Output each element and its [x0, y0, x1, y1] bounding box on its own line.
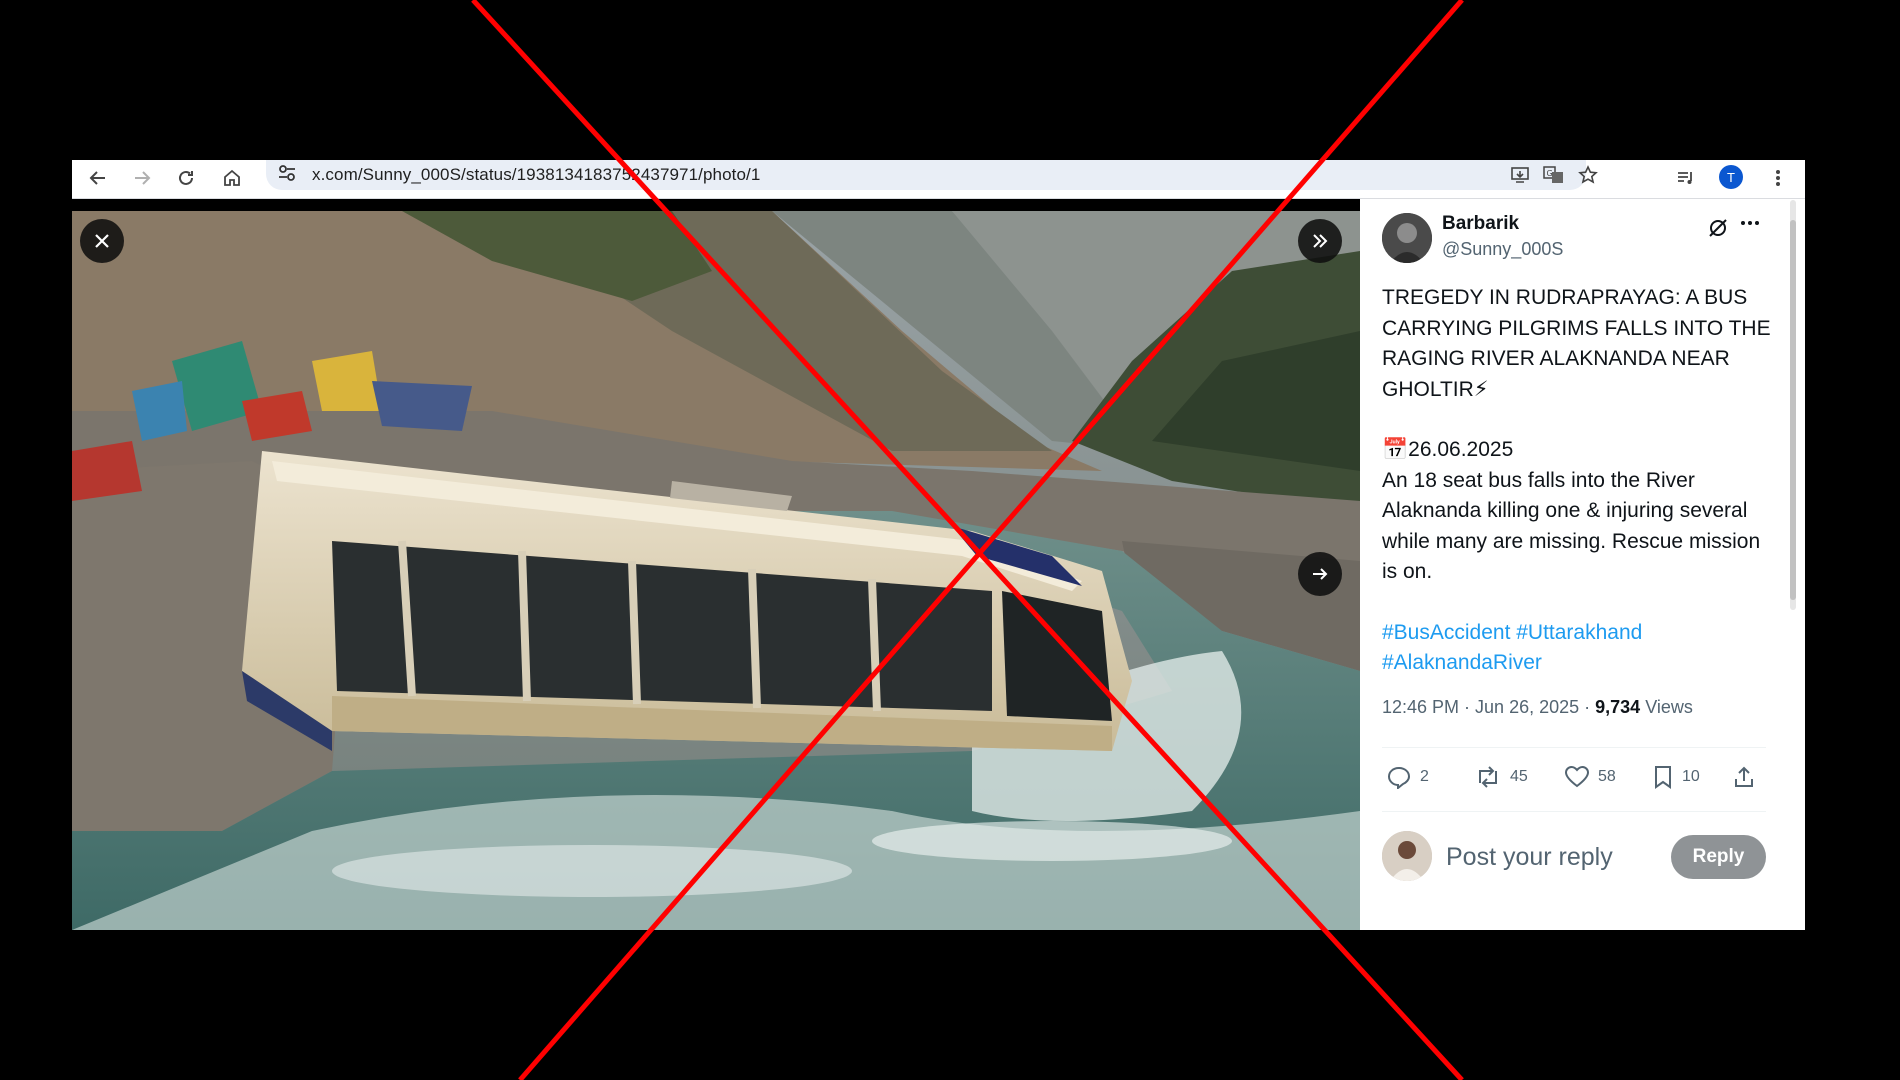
- share-action[interactable]: [1732, 765, 1756, 789]
- next-photo-icon[interactable]: [1298, 552, 1342, 596]
- browser-window: x.com/Sunny_000S/status/1938134183752437…: [72, 160, 1805, 930]
- views-count: 9,734: [1595, 697, 1641, 717]
- author-name[interactable]: Barbarik: [1442, 213, 1519, 235]
- browser-toolbar: x.com/Sunny_000S/status/1938134183752437…: [72, 160, 1805, 199]
- share-icon: [1735, 766, 1753, 787]
- bus-in-river-photo: [72, 211, 1360, 930]
- panel-scrollbar[interactable]: [1788, 200, 1798, 610]
- install-app-icon[interactable]: [1507, 162, 1533, 188]
- more-options-icon[interactable]: [1738, 211, 1762, 241]
- post-actions: 2 45 58 10: [1382, 761, 1772, 801]
- reply-action[interactable]: 2: [1386, 765, 1429, 789]
- user-avatar[interactable]: [1382, 831, 1432, 881]
- repost-count: 45: [1510, 768, 1528, 785]
- back-icon[interactable]: [84, 164, 112, 192]
- bookmark-action[interactable]: 10: [1652, 765, 1700, 789]
- reload-icon[interactable]: [172, 164, 200, 192]
- reply-composer: Post your reply Reply: [1382, 829, 1782, 885]
- grok-icon[interactable]: [1707, 217, 1729, 244]
- profile-icon[interactable]: T: [1719, 165, 1743, 189]
- like-action[interactable]: 58: [1564, 765, 1616, 789]
- author-avatar[interactable]: [1382, 213, 1432, 263]
- reply-icon: [1387, 766, 1411, 789]
- author-handle[interactable]: @Sunny_000S: [1442, 239, 1563, 260]
- reading-list-icon[interactable]: [1672, 164, 1700, 192]
- bookmark-count: 10: [1682, 768, 1700, 785]
- site-settings-icon[interactable]: [276, 162, 300, 186]
- post-body: An 18 seat bus falls into the River Alak…: [1382, 468, 1761, 584]
- post-headline: TREGEDY IN RUDRAPRAYAG: A BUS CARRYING P…: [1382, 286, 1771, 401]
- bookmark-star-icon[interactable]: [1575, 162, 1601, 188]
- reply-count: 2: [1420, 768, 1429, 785]
- url-text[interactable]: x.com/Sunny_000S/status/1938134183752437…: [312, 165, 760, 185]
- home-icon[interactable]: [218, 164, 246, 192]
- repost-action[interactable]: 45: [1474, 765, 1528, 789]
- expand-panel-icon[interactable]: [1298, 219, 1342, 263]
- divider: [1382, 747, 1766, 748]
- repost-icon: [1479, 766, 1497, 788]
- close-icon[interactable]: [80, 219, 124, 263]
- heart-icon: [1564, 765, 1590, 788]
- reply-button[interactable]: Reply: [1671, 835, 1766, 879]
- post-date-line: 📅26.06.2025: [1382, 438, 1514, 461]
- bookmark-icon: [1655, 766, 1671, 789]
- divider: [1382, 811, 1766, 812]
- post-hashtags[interactable]: #BusAccident #Uttarakhand #AlaknandaRive…: [1382, 618, 1772, 679]
- translate-icon[interactable]: G: [1541, 162, 1567, 188]
- menu-kebab-icon[interactable]: [1764, 164, 1792, 192]
- views-label: Views: [1640, 697, 1693, 717]
- post-text: TREGEDY IN RUDRAPRAYAG: A BUS CARRYING P…: [1382, 283, 1772, 679]
- media-viewer: [72, 199, 1360, 930]
- post-timestamp[interactable]: 12:46 PM · Jun 26, 2025: [1382, 697, 1579, 717]
- reply-input[interactable]: Post your reply: [1446, 843, 1613, 872]
- svg-text:G: G: [1547, 169, 1553, 178]
- like-count: 58: [1598, 768, 1616, 785]
- address-bar[interactable]: x.com/Sunny_000S/status/1938134183752437…: [266, 160, 1598, 190]
- forward-icon[interactable]: [128, 164, 156, 192]
- meta-separator: ·: [1579, 697, 1596, 717]
- post-panel: Barbarik @Sunny_000S TREGEDY IN RUDRAPRA…: [1360, 199, 1805, 930]
- post-metadata: 12:46 PM · Jun 26, 2025 · 9,734 Views: [1382, 697, 1693, 718]
